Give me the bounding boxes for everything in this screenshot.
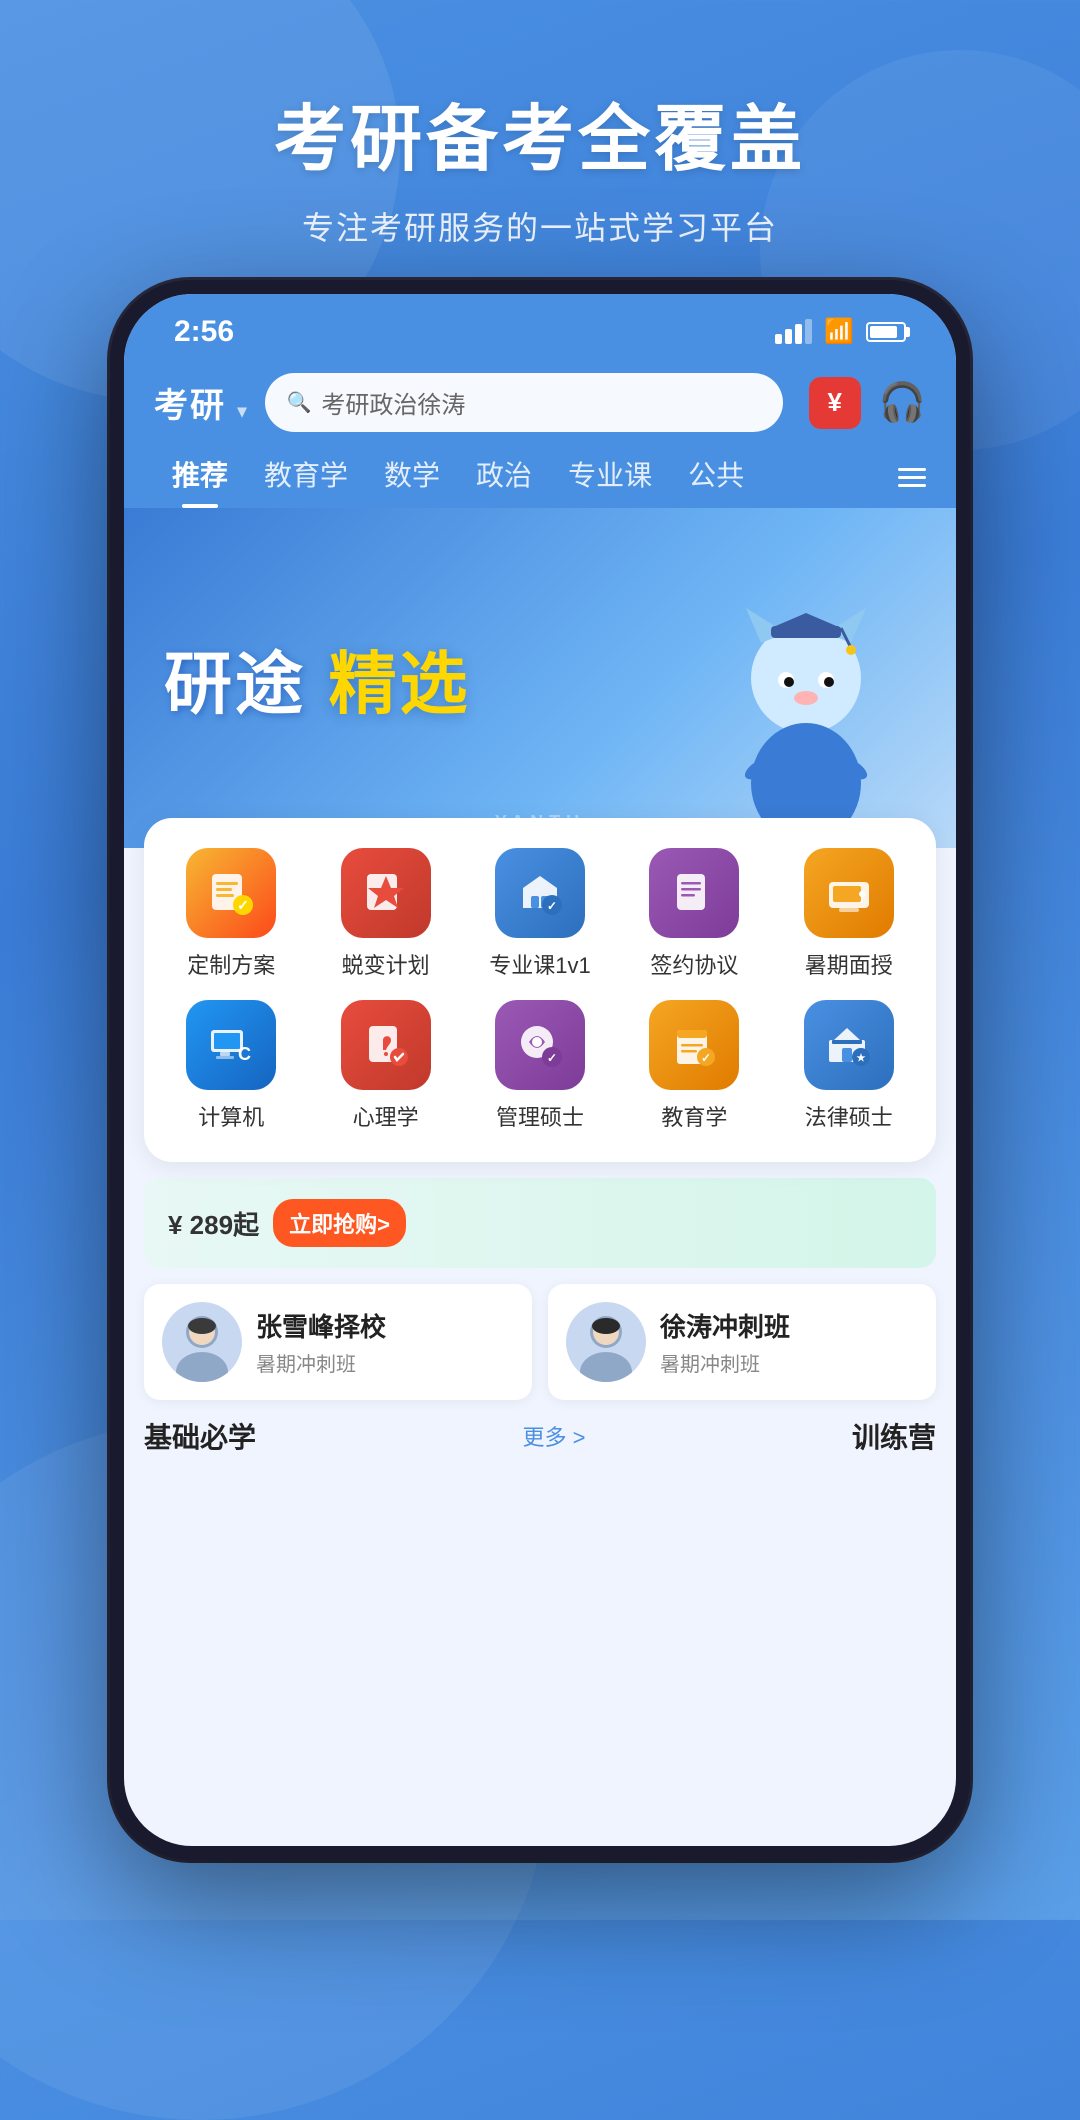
svg-text:★: ★ (856, 1053, 865, 1064)
search-icon: 🔍 (287, 390, 312, 415)
icon-law-box: ★ (804, 1000, 894, 1090)
svg-text:✓: ✓ (237, 897, 249, 913)
icon-customize-box: ✓ (186, 848, 276, 938)
tab-politics[interactable]: 政治 (458, 446, 550, 508)
teacher-info-1: 徐涛冲刺班 暑期冲刺班 (660, 1307, 790, 1377)
logo-arrow: ▾ (237, 401, 248, 421)
icon-item-psychology[interactable]: 心理学 (308, 1000, 462, 1132)
icon-summer-box (804, 848, 894, 938)
icon-item-computer[interactable]: C 计算机 (154, 1000, 308, 1132)
app-header: 考研 ▾ 🔍 考研政治徐涛 ¥ 🎧 (124, 359, 956, 432)
tab-education[interactable]: 教育学 (246, 446, 366, 508)
icon-grid-container: ✓ 定制方案 蜕变计划 (144, 818, 936, 1162)
icon-contract-box (649, 848, 739, 938)
app-logo[interactable]: 考研 ▾ (154, 378, 249, 427)
icon-item-specialist[interactable]: ✓ 专业课1v1 (463, 848, 617, 980)
nav-more-button[interactable] (898, 468, 926, 487)
svg-text:✓: ✓ (701, 1051, 711, 1065)
teacher-info-0: 张雪峰择校 暑期冲刺班 (256, 1307, 386, 1377)
icon-label-contract: 签约协议 (650, 948, 738, 980)
icon-label-management: 管理硕士 (496, 1100, 584, 1132)
section-more-link[interactable]: 更多 > (523, 1420, 586, 1452)
icon-grid: ✓ 定制方案 蜕变计划 (154, 848, 926, 1132)
wifi-icon: 📶 (824, 317, 854, 346)
teacher-desc-1: 暑期冲刺班 (660, 1348, 790, 1377)
teacher-name-1: 徐涛冲刺班 (660, 1307, 790, 1344)
icon-item-education[interactable]: ✓ 教育学 (617, 1000, 771, 1132)
coupon-icon[interactable]: ¥ (809, 377, 861, 429)
promo-button[interactable]: 立即抢购> (273, 1199, 406, 1247)
section-header-bottom: 基础必学 更多 > 训练营 (124, 1416, 956, 1456)
section-title-right: 训练营 (852, 1416, 936, 1456)
status-time: 2:56 (174, 315, 234, 349)
page-headline: 考研备考全覆盖 (0, 80, 1080, 185)
mascot-image (706, 598, 906, 848)
svg-text:✓: ✓ (547, 1051, 557, 1065)
icon-psychology-box (341, 1000, 431, 1090)
icon-label-customize: 定制方案 (187, 948, 275, 980)
battery-icon (866, 322, 906, 342)
teacher-card-0[interactable]: 张雪峰择校 暑期冲刺班 (144, 1284, 532, 1400)
status-icons: 📶 (775, 317, 906, 346)
search-hint: 考研政治徐涛 (321, 385, 465, 420)
icon-item-law[interactable]: ★ 法律硕士 (772, 1000, 926, 1132)
icon-transform-box (341, 848, 431, 938)
tab-math[interactable]: 数学 (366, 446, 458, 508)
section-title-left: 基础必学 (144, 1416, 256, 1456)
icon-label-specialist: 专业课1v1 (489, 948, 590, 980)
promo-banner[interactable]: 研途 精选 (124, 508, 956, 848)
page-subtitle: 专注考研服务的一站式学习平台 (0, 203, 1080, 249)
icon-label-psychology: 心理学 (353, 1100, 419, 1132)
teacher-desc-0: 暑期冲刺班 (256, 1348, 386, 1377)
nav-tabs: 推荐 教育学 数学 政治 专业课 公共 (124, 432, 956, 508)
icon-label-summer: 暑期面授 (805, 948, 893, 980)
phone-screen: 2:56 📶 考研 ▾ 🔍 考研政治徐涛 (124, 294, 956, 1846)
icon-item-management[interactable]: ✓ 管理硕士 (463, 1000, 617, 1132)
teacher-avatar-1 (566, 1302, 646, 1382)
teacher-card-1[interactable]: 徐涛冲刺班 暑期冲刺班 (548, 1284, 936, 1400)
promo-price: ¥ 289起 (168, 1205, 259, 1242)
headphone-icon[interactable]: 🎧 (879, 381, 926, 425)
tab-recommend[interactable]: 推荐 (154, 446, 246, 508)
icon-label-education: 教育学 (661, 1100, 727, 1132)
icon-computer-box: C (186, 1000, 276, 1090)
icon-label-transform: 蜕变计划 (342, 948, 430, 980)
header-icons: ¥ 🎧 (809, 377, 926, 429)
banner-title: 研途 精选 (164, 629, 470, 728)
icon-education-box: ✓ (649, 1000, 739, 1090)
icon-management-box: ✓ (495, 1000, 585, 1090)
hamburger-icon (898, 468, 926, 487)
icon-item-transform[interactable]: 蜕变计划 (308, 848, 462, 980)
icon-item-contract[interactable]: 签约协议 (617, 848, 771, 980)
teacher-name-0: 张雪峰择校 (256, 1307, 386, 1344)
tab-public[interactable]: 公共 (670, 446, 762, 508)
icon-label-computer: 计算机 (198, 1100, 264, 1132)
page-header: 考研备考全覆盖 专注考研服务的一站式学习平台 (0, 0, 1080, 249)
status-bar: 2:56 📶 (124, 294, 956, 359)
icon-item-customize[interactable]: ✓ 定制方案 (154, 848, 308, 980)
svg-text:C: C (238, 1044, 251, 1064)
tab-specialty[interactable]: 专业课 (550, 446, 670, 508)
signal-icon (775, 319, 812, 344)
phone-frame: 2:56 📶 考研 ▾ 🔍 考研政治徐涛 (110, 280, 970, 1860)
icon-specialist-box: ✓ (495, 848, 585, 938)
svg-text:✓: ✓ (547, 899, 557, 913)
icon-item-summer[interactable]: 暑期面授 (772, 848, 926, 980)
icon-label-law: 法律硕士 (805, 1100, 893, 1132)
promo-strip[interactable]: ¥ 289起 立即抢购> (144, 1178, 936, 1268)
banner-text: 研途 精选 (164, 629, 470, 728)
teacher-avatar-0 (162, 1302, 242, 1382)
search-bar[interactable]: 🔍 考研政治徐涛 (265, 373, 783, 432)
teacher-section: 张雪峰择校 暑期冲刺班 徐涛冲刺班 暑期冲刺班 (144, 1284, 936, 1400)
